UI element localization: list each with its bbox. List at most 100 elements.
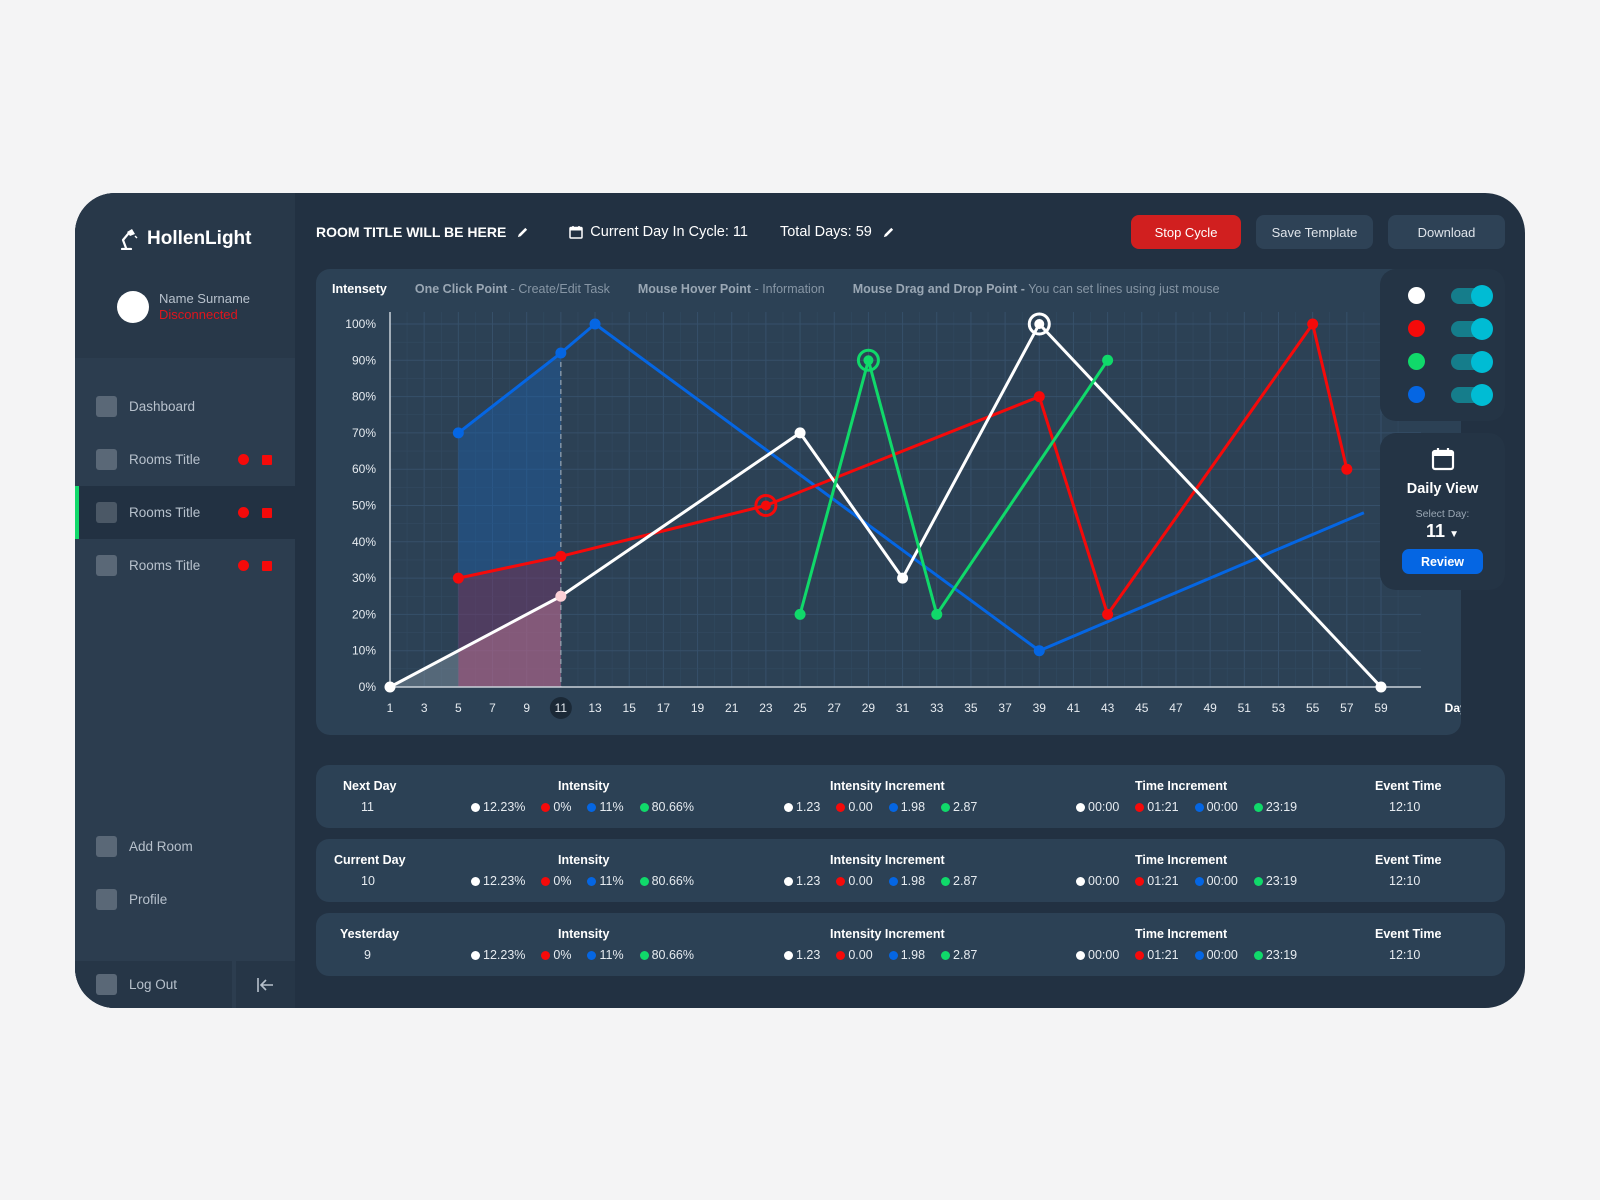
value-item: 23:19 <box>1253 874 1298 888</box>
x-tick-label: 57 <box>1340 701 1354 715</box>
toggle-row-green[interactable] <box>1408 350 1493 373</box>
x-tick-label: 37 <box>998 701 1012 715</box>
data-point-red[interactable] <box>1102 608 1114 620</box>
data-point-red[interactable] <box>1033 391 1045 403</box>
series-dot-icon <box>1194 876 1204 886</box>
edit-title-icon[interactable] <box>516 226 529 239</box>
value-item: 1.23 <box>784 874 820 888</box>
series-toggle-green[interactable] <box>1451 350 1493 373</box>
data-point-blue[interactable] <box>589 318 601 330</box>
save-template-button[interactable]: Save Template <box>1256 215 1373 249</box>
value-text: 12.23% <box>483 948 526 962</box>
data-point-green[interactable] <box>931 608 943 620</box>
series-dot-icon <box>941 950 951 960</box>
data-point-white[interactable] <box>555 590 567 602</box>
collapse-sidebar-button[interactable] <box>236 961 295 1008</box>
value-text: 11% <box>599 800 624 814</box>
day-label: Next Day <box>343 779 397 793</box>
sidebar-item-profile[interactable]: Profile <box>75 873 295 926</box>
logout-button[interactable]: Log Out <box>75 961 232 1008</box>
data-point-blue[interactable] <box>452 427 464 439</box>
x-tick-label: 27 <box>828 701 842 715</box>
y-tick-label: 100% <box>345 317 376 331</box>
app-window: HollenLight Name Surname Disconnected Da… <box>75 193 1525 1008</box>
increment-label: Intensity Increment <box>830 927 945 941</box>
data-point-blue[interactable] <box>555 347 567 359</box>
series-dot-icon <box>1408 320 1425 337</box>
value-text: 1.98 <box>900 800 926 814</box>
time-values: 00:00 01:21 00:00 23:19 <box>1076 874 1313 888</box>
data-point-red[interactable] <box>555 550 567 562</box>
top-bar: ROOM TITLE WILL BE HERE Current Day In C… <box>316 215 1505 249</box>
review-button[interactable]: Review <box>1402 549 1483 574</box>
series-dot-icon <box>1194 950 1204 960</box>
dashboard-icon <box>96 396 117 417</box>
data-point-red[interactable] <box>760 500 771 511</box>
value-text: 23:19 <box>1265 874 1298 888</box>
value-text: 2.87 <box>953 800 978 814</box>
y-tick-label: 80% <box>352 390 376 404</box>
data-point-white[interactable] <box>794 427 806 439</box>
time-values: 00:00 01:21 00:00 23:19 <box>1076 800 1313 814</box>
x-tick-label: 31 <box>896 701 910 715</box>
series-toggle-blue[interactable] <box>1451 383 1493 406</box>
toggle-row-blue[interactable] <box>1408 383 1493 406</box>
series-dot-icon <box>784 876 793 886</box>
data-point-green[interactable] <box>1102 354 1114 366</box>
increment-label: Intensity Increment <box>830 853 945 867</box>
brand-logo[interactable]: HollenLight <box>119 228 251 250</box>
sidebar-item-room-1[interactable]: Rooms Title <box>75 433 295 486</box>
value-text: 80.66% <box>651 874 694 888</box>
sidebar-item-room-2[interactable]: Rooms Title <box>75 486 295 539</box>
sidebar-item-label: Rooms Title <box>129 452 201 467</box>
data-point-white[interactable] <box>1034 319 1045 329</box>
stop-cycle-button[interactable]: Stop Cycle <box>1131 215 1241 249</box>
series-dot-icon <box>1135 802 1145 812</box>
series-toggle-panel <box>1380 269 1505 421</box>
logout-icon <box>96 974 117 995</box>
sidebar-item-add-room[interactable]: Add Room <box>75 820 295 873</box>
download-button[interactable]: Download <box>1388 215 1505 249</box>
value-text: 1.23 <box>796 948 821 962</box>
room-icon <box>96 449 117 470</box>
action-buttons: Stop Cycle Save Template Download <box>1131 215 1505 249</box>
data-point-red[interactable] <box>1307 318 1319 330</box>
series-toggle-white[interactable] <box>1451 284 1493 307</box>
data-point-green[interactable] <box>794 608 806 620</box>
data-point-white[interactable] <box>384 681 396 693</box>
series-dot-icon <box>1194 802 1204 812</box>
data-point-white[interactable] <box>1375 681 1387 693</box>
day-label: Yesterday <box>340 927 400 941</box>
series-dot-icon <box>784 950 793 960</box>
value-text: 01:21 <box>1147 874 1179 888</box>
increment-values: 1.23 0.00 1.98 2.87 <box>784 948 993 962</box>
sidebar-item-room-3[interactable]: Rooms Title <box>75 539 295 592</box>
value-text: 0% <box>553 874 572 888</box>
series-dot-icon <box>639 950 649 960</box>
value-text: 12.23% <box>483 800 526 814</box>
sidebar-header: HollenLight Name Surname Disconnected <box>75 193 295 358</box>
intensity-chart[interactable]: 0%10%20%30%40%50%60%70%80%90%100%1 3 5 7 9 11… <box>316 269 1461 735</box>
data-point-white[interactable] <box>897 572 909 584</box>
edit-total-days-icon[interactable] <box>882 226 895 239</box>
toggle-row-red[interactable] <box>1408 317 1493 340</box>
value-item: 00:00 <box>1194 948 1238 962</box>
value-item: 00:00 <box>1194 800 1238 814</box>
sidebar-item-dashboard[interactable]: Dashboard <box>75 380 295 433</box>
toggle-row-white[interactable] <box>1408 284 1493 307</box>
series-toggle-red[interactable] <box>1451 317 1493 340</box>
data-point-blue[interactable] <box>1033 645 1045 657</box>
series-dot-icon <box>836 950 846 960</box>
user-block[interactable]: Name Surname Disconnected <box>117 290 250 323</box>
value-text: 23:19 <box>1265 800 1298 814</box>
series-dot-icon <box>888 950 898 960</box>
status-dot-icon <box>238 507 249 518</box>
value-item: 2.87 <box>941 948 977 962</box>
avatar[interactable] <box>117 290 149 323</box>
x-tick-label: 13 <box>588 701 602 715</box>
data-point-red[interactable] <box>452 572 464 584</box>
data-point-green[interactable] <box>863 355 874 366</box>
value-item: 12.23% <box>471 874 525 888</box>
data-point-red[interactable] <box>1341 463 1353 475</box>
day-select[interactable]: 11 ▼ <box>1380 521 1505 542</box>
